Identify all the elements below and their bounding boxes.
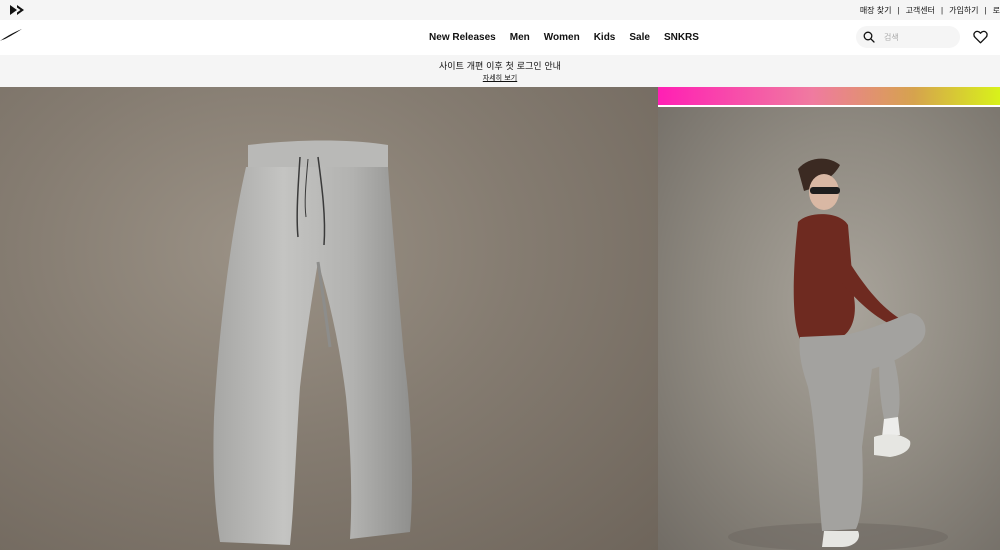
store-locator-link[interactable]: 매장 찾기 — [854, 5, 898, 16]
hero-model-image[interactable] — [658, 107, 1000, 550]
utility-links: 매장 찾기 | 고객센터 | 가입하기 | 로 — [854, 0, 1000, 20]
nav-new-releases[interactable]: New Releases — [429, 32, 496, 43]
main-nav: New Releases Men Women Kids Sale SNKRS — [0, 20, 1000, 54]
model-image — [728, 158, 948, 550]
nav-men[interactable]: Men — [510, 32, 530, 43]
search-box[interactable] — [856, 26, 960, 48]
search-icon[interactable] — [863, 31, 875, 43]
utility-bar: 매장 찾기 | 고객센터 | 가입하기 | 로 — [0, 0, 1000, 20]
join-link[interactable]: 가입하기 — [943, 5, 984, 16]
customer-service-link[interactable]: 고객센터 — [900, 5, 941, 16]
nav-sale[interactable]: Sale — [629, 32, 650, 43]
converse-chevron-icon[interactable] — [8, 2, 28, 18]
nav-links: New Releases Men Women Kids Sale SNKRS — [0, 20, 1000, 54]
heart-icon[interactable] — [973, 30, 988, 44]
sweatpants-image — [213, 140, 412, 545]
login-link[interactable]: 로 — [987, 5, 1000, 16]
banner-details-link[interactable]: 자세히 보기 — [0, 73, 1000, 83]
hero-side-panel — [658, 87, 1000, 550]
search-input[interactable] — [884, 32, 954, 42]
nav-snkrs[interactable]: SNKRS — [664, 32, 699, 43]
banner-title: 사이트 개편 이후 첫 로그인 안내 — [439, 62, 561, 72]
nav-kids[interactable]: Kids — [594, 32, 616, 43]
hero-product-image[interactable] — [0, 87, 658, 550]
announcement-banner: 사이트 개편 이후 첫 로그인 안내 자세히 보기 — [0, 55, 1000, 87]
nav-women[interactable]: Women — [544, 32, 580, 43]
gradient-bar — [658, 87, 1000, 105]
